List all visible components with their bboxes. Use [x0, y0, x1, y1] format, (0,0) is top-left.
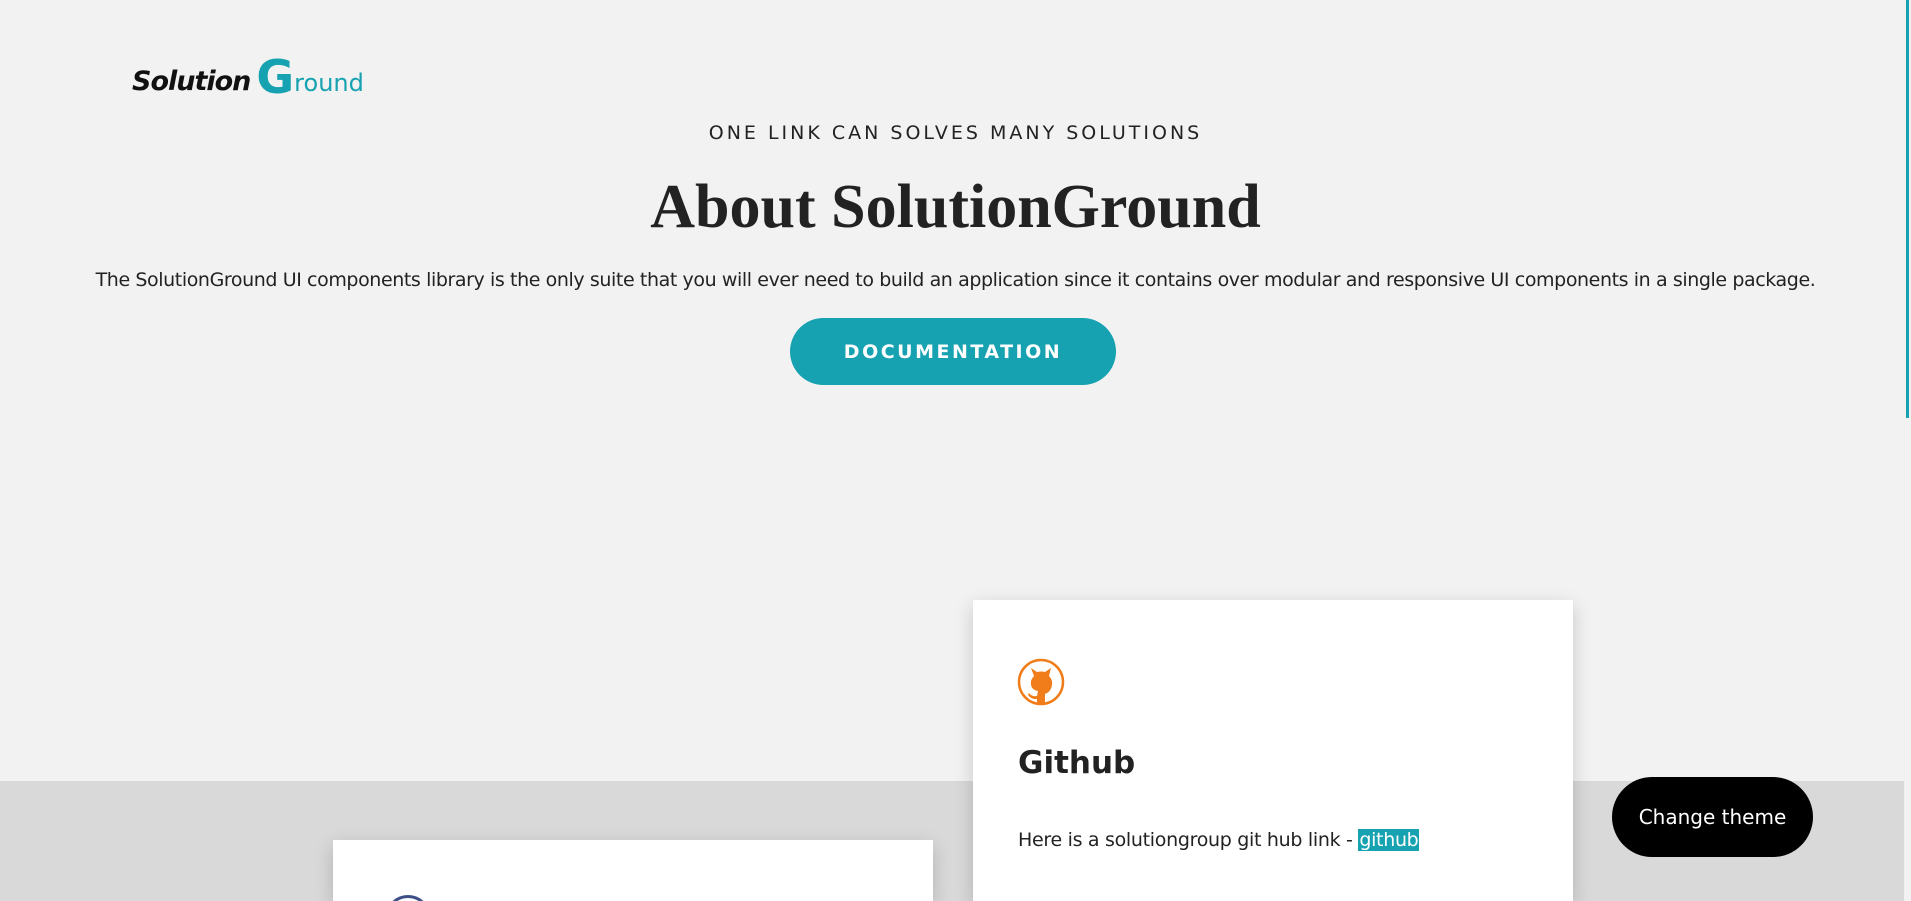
page: Solution G round ONE LINK CAN SOLVES MAN… — [0, 0, 1911, 901]
hero-description: The SolutionGround UI components library… — [95, 269, 1816, 291]
card-partial-icon — [385, 895, 431, 901]
logo[interactable]: Solution G round — [132, 50, 364, 104]
github-card-title: Github — [1018, 745, 1136, 781]
github-link[interactable]: github — [1358, 829, 1420, 851]
github-icon — [1017, 656, 1065, 708]
scrollbar-thumb[interactable] — [1906, 0, 1909, 418]
documentation-button[interactable]: DOCUMENTATION — [790, 318, 1116, 385]
logo-g-letter: G — [256, 50, 295, 104]
github-card-description: Here is a solutiongroup git hub link - — [1018, 829, 1359, 851]
logo-solution-text: Solution — [132, 66, 251, 97]
page-title: About SolutionGround — [650, 173, 1261, 241]
github-card: Github Here is a solutiongroup git hub l… — [973, 600, 1573, 901]
card-partial — [333, 840, 933, 901]
github-card-text: Here is a solutiongroup git hub link - g… — [1018, 829, 1420, 851]
logo-round-text: round — [294, 69, 364, 97]
change-theme-button[interactable]: Change theme — [1612, 777, 1813, 857]
hero-tagline: ONE LINK CAN SOLVES MANY SOLUTIONS — [708, 122, 1203, 144]
